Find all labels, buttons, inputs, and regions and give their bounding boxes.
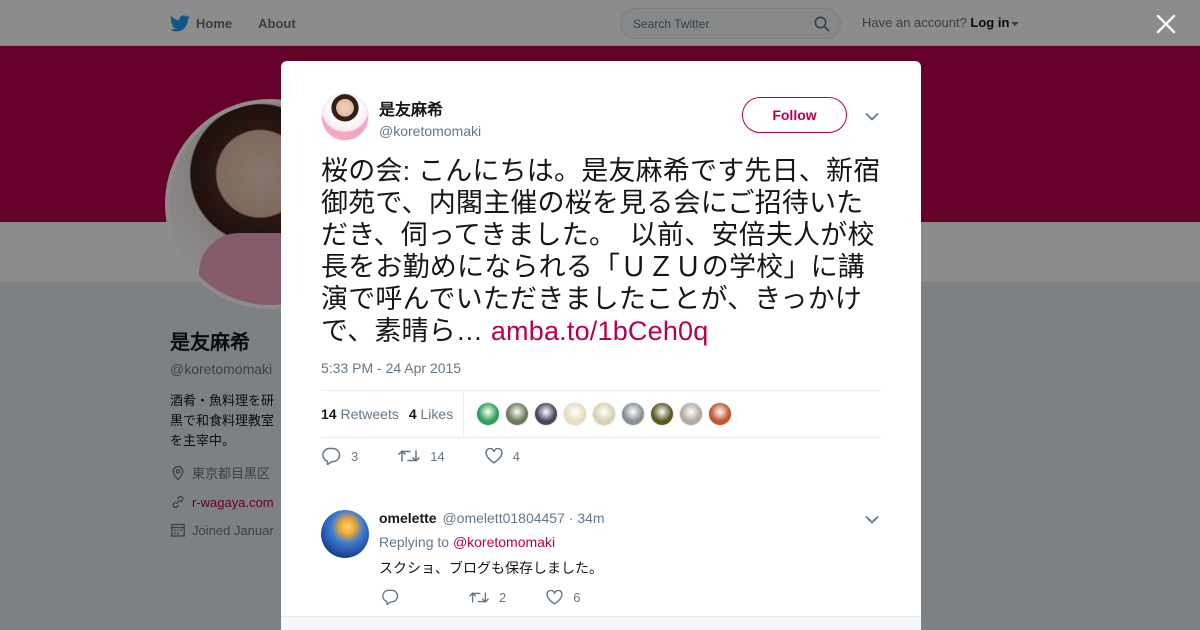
liker-avatar[interactable] [679, 402, 704, 426]
retweet-icon [398, 448, 420, 464]
liker-avatar[interactable] [650, 402, 675, 426]
tweet-link[interactable]: amba.to/1bCeh0q [491, 316, 709, 346]
reply-header: omelette @omelett01804457 · 34m [379, 510, 879, 526]
chevron-down-icon[interactable] [865, 109, 879, 127]
retweets-stat[interactable]: 14 Retweets [321, 406, 399, 422]
tweet-actions: 3 14 4 [321, 447, 520, 465]
retweets-label: Retweets [340, 406, 399, 422]
follow-button[interactable]: Follow [742, 97, 847, 133]
reply-action[interactable]: 3 [321, 447, 358, 465]
liker-avatar[interactable] [708, 402, 733, 426]
heart-icon [485, 448, 503, 464]
reply-avatar[interactable] [321, 510, 369, 558]
likes-count: 4 [408, 406, 417, 422]
retweet-action[interactable]: 14 [398, 448, 445, 464]
replying-prefix: Replying to [379, 534, 450, 550]
tweet-timestamp[interactable]: 5:33 PM - 24 Apr 2015 [321, 360, 461, 376]
author-avatar[interactable] [321, 93, 369, 141]
likes-stat[interactable]: 4 Likes [409, 406, 453, 422]
stats-divider [463, 391, 465, 437]
reply-chevron-down-icon[interactable] [865, 512, 879, 530]
liker-avatar[interactable] [592, 402, 617, 426]
tweet-stats: 14 Retweets 4 Likes [321, 390, 881, 438]
reply-time[interactable]: · 34m [569, 510, 605, 526]
bottom-separator [281, 616, 921, 630]
retweet-icon [469, 590, 489, 605]
reply-author-name[interactable]: omelette [379, 510, 437, 526]
reply-text: スクショ、ブログも保存しました。 [379, 560, 603, 576]
reply-retweet-action[interactable]: 2 [469, 590, 506, 605]
close-icon[interactable] [1154, 12, 1178, 36]
reply-retweet-count: 2 [499, 589, 507, 605]
reply-reply-action[interactable] [381, 589, 409, 605]
reply-author-handle[interactable]: @omelett01804457 [442, 510, 564, 526]
reply-icon [321, 447, 341, 465]
retweet-count: 14 [430, 448, 445, 464]
like-action[interactable]: 4 [485, 448, 520, 464]
likers-list [476, 402, 737, 426]
reply-icon [381, 589, 399, 605]
author-name[interactable]: 是友麻希 [379, 96, 481, 120]
liker-avatar[interactable] [534, 402, 559, 426]
liker-avatar[interactable] [563, 402, 588, 426]
reply-body: omelette @omelett01804457 · 34m Replying… [379, 510, 879, 578]
tweet-text: 桜の会: こんにちは。是友麻希です先日、新宿御苑で、内閣主催の桜を見る会にご招待… [321, 155, 881, 347]
likes-label: Likes [420, 406, 454, 422]
author-handle[interactable]: @koretomomaki [379, 123, 481, 139]
reply-count: 3 [351, 448, 359, 464]
liker-avatar[interactable] [476, 402, 501, 426]
replying-to: Replying to @koretomomaki [379, 534, 879, 550]
retweets-count: 14 [321, 406, 337, 422]
liker-avatar[interactable] [621, 402, 646, 426]
liker-avatar[interactable] [505, 402, 530, 426]
like-count: 4 [512, 448, 520, 464]
reply-actions: 2 6 [381, 589, 580, 605]
heart-icon [546, 589, 563, 605]
reply-like-action[interactable]: 6 [546, 589, 581, 605]
reply-like-count: 6 [573, 589, 581, 605]
replying-mention[interactable]: @koretomomaki [453, 534, 555, 550]
tweet-author[interactable]: 是友麻希 @koretomomaki [321, 93, 481, 141]
author-text: 是友麻希 @koretomomaki [379, 96, 481, 139]
tweet-modal: 是友麻希 @koretomomaki Follow 桜の会: こんにちは。是友麻… [281, 61, 921, 630]
